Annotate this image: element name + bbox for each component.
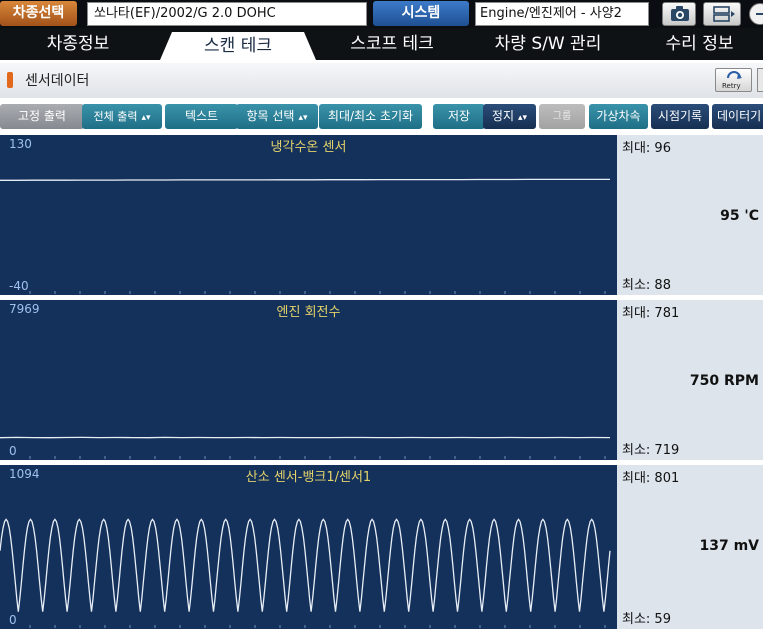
- updown-icon: ▴▾: [518, 113, 528, 123]
- graph-panel-coolant: 130 -40 냉각수온 센서: [0, 135, 617, 295]
- value-panel-coolant: 최대: 96 95 'C 최소: 88: [617, 135, 763, 295]
- current-value: 750 RPM: [689, 373, 759, 389]
- axis-min-label: -40: [9, 279, 29, 293]
- graph-panel-rpm: 7969 0 엔진 회전수: [0, 300, 617, 460]
- retry-icon: [727, 71, 742, 79]
- system-field[interactable]: Engine/엔진제어 - 사양2: [475, 2, 649, 26]
- updown-icon: ▴▾: [298, 113, 308, 123]
- power-icon: [756, 13, 763, 15]
- group-button[interactable]: 그룹: [539, 104, 585, 129]
- tab-repair-info[interactable]: 수리 정보: [636, 28, 763, 60]
- sensor-trace: [0, 518, 611, 612]
- section-marker: [7, 72, 13, 88]
- group-label: 그룹: [552, 111, 572, 122]
- data-cut-label: 데이터기: [717, 109, 762, 123]
- axis-min-label: 0: [9, 444, 17, 458]
- stop-label: 정지: [491, 109, 515, 123]
- graph-canvas-o2: [0, 518, 611, 628]
- virtual-speed-button[interactable]: 가상차속: [589, 104, 648, 129]
- tab-scan-tech[interactable]: 스캔 테크: [160, 32, 316, 60]
- save-label: 저장: [447, 109, 471, 123]
- value-panel-rpm: 최대: 781 750 RPM 최소: 719: [617, 300, 763, 460]
- camera-button[interactable]: [662, 2, 696, 26]
- minmax-reset-button[interactable]: 최대/최소 초기화: [319, 104, 422, 129]
- retry-label: Retry: [722, 82, 741, 90]
- item-select-label: 항목 선택: [246, 109, 295, 123]
- all-output-label: 전체 출력: [93, 110, 138, 123]
- text-label: 텍스트: [184, 109, 219, 123]
- power-button[interactable]: [749, 3, 763, 25]
- header-edge-button[interactable]: [757, 68, 763, 92]
- tab-vehicle-sw[interactable]: 차량 S/W 관리: [470, 28, 626, 60]
- min-value: 최소: 719: [622, 443, 680, 458]
- tab-vehicle-info[interactable]: 차종정보: [0, 28, 156, 60]
- min-value: 최소: 59: [622, 612, 671, 627]
- all-output-select[interactable]: 전체 출력 ▴▾: [82, 104, 162, 129]
- system-button[interactable]: 시스템: [373, 1, 469, 26]
- graph-canvas-rpm: [0, 436, 611, 459]
- min-value: 최소: 88: [622, 278, 671, 293]
- data-cut-button[interactable]: 데이터기: [712, 104, 763, 129]
- vehicle-field[interactable]: 쏘나타(EF)/2002/G 2.0 DOHC: [87, 2, 367, 26]
- fixed-output-label: 고정 출력: [18, 109, 66, 123]
- minmax-reset-label: 최대/최소 초기화: [327, 109, 414, 123]
- sensor-name: 냉각수온 센서: [270, 140, 347, 155]
- section-title: 센서데이터: [25, 73, 90, 89]
- current-value: 137 mV: [699, 538, 759, 554]
- sensor-trace: [0, 178, 610, 181]
- time-record-label: 시점기록: [657, 109, 703, 123]
- vehicle-select-button[interactable]: 차종선택: [0, 1, 77, 26]
- max-value: 최대: 96: [622, 141, 671, 156]
- current-value: 95 'C: [720, 208, 759, 224]
- text-button[interactable]: 텍스트: [165, 104, 238, 129]
- updown-icon: ▴▾: [141, 113, 151, 123]
- fixed-output-button[interactable]: 고정 출력: [0, 104, 84, 129]
- camera-icon: [671, 6, 689, 21]
- time-record-button[interactable]: 시점기록: [651, 104, 709, 129]
- layout-icon: [713, 6, 735, 22]
- layout-button[interactable]: [703, 2, 741, 26]
- sensor-name: 엔진 회전수: [276, 305, 341, 320]
- max-value: 최대: 781: [622, 306, 680, 321]
- top-bar: 차종선택 쏘나타(EF)/2002/G 2.0 DOHC 시스템 Engine/…: [0, 0, 763, 28]
- item-select-button[interactable]: 항목 선택 ▴▾: [236, 104, 318, 129]
- toolbar: 고정 출력 전체 출력 ▴▾ 텍스트 항목 선택 ▴▾ 최대/최소 초기화 저장 정…: [0, 98, 763, 135]
- retry-button[interactable]: Retry: [715, 68, 752, 92]
- tab-scope-tech[interactable]: 스코프 테크: [314, 28, 470, 60]
- max-value: 최대: 801: [622, 471, 680, 486]
- section-header: 센서데이터 Retry: [0, 60, 763, 98]
- graph-canvas-coolant: [0, 178, 610, 294]
- graph-panel-o2: 1094 0 산소 센서-뱅크1/센서1: [0, 465, 617, 629]
- stop-select[interactable]: 정지 ▴▾: [483, 104, 536, 129]
- virtual-speed-label: 가상차속: [596, 109, 641, 123]
- save-button[interactable]: 저장: [433, 104, 485, 129]
- sensor-name: 산소 센서-뱅크1/센서1: [245, 470, 372, 485]
- value-panel-o2: 최대: 801 137 mV 최소: 59: [617, 465, 763, 629]
- tab-bar: 차종정보 스캔 테크 스코프 테크 차량 S/W 관리 수리 정보: [0, 28, 763, 60]
- axis-min-label: 0: [9, 613, 17, 627]
